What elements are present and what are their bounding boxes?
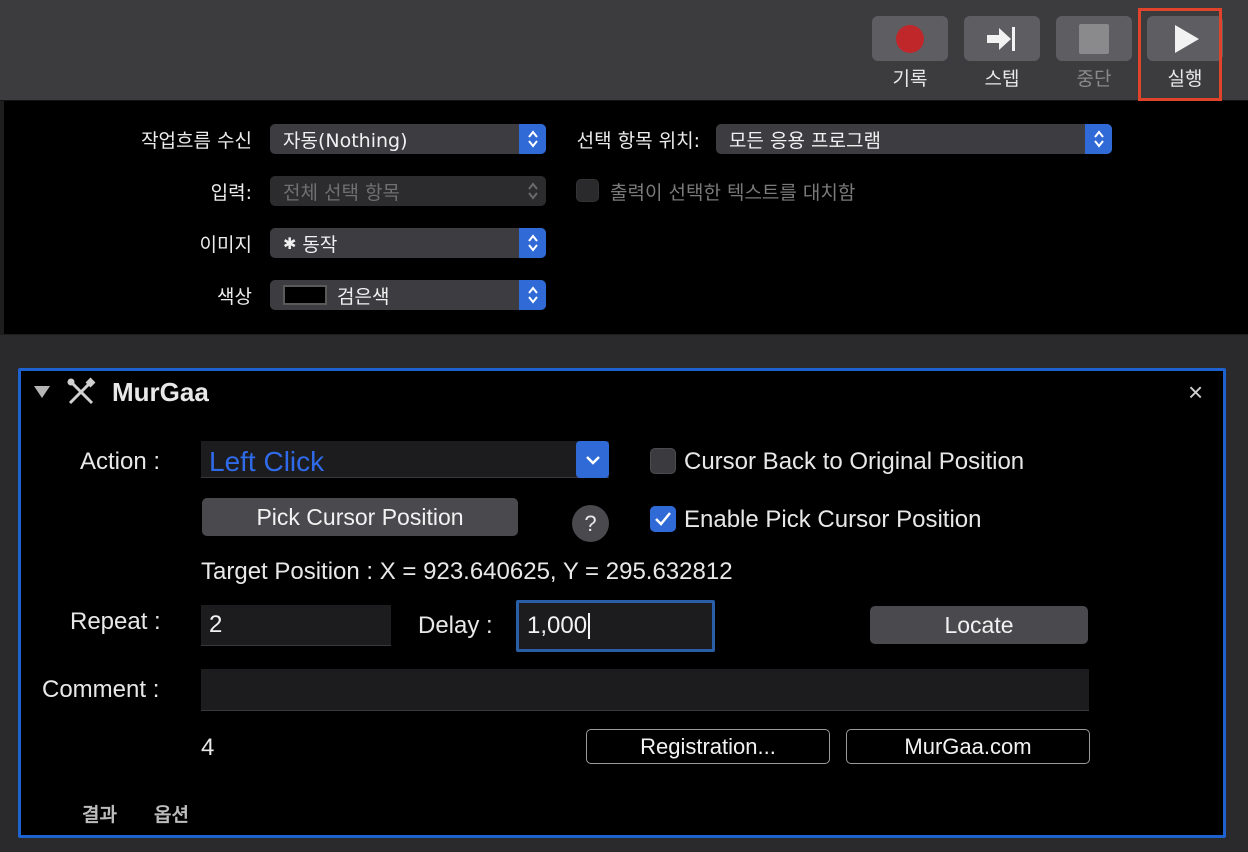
cursor-back-label: Cursor Back to Original Position: [684, 448, 1025, 475]
location-label: 선택 항목 위치:: [576, 130, 700, 152]
repeat-field[interactable]: 2: [201, 605, 391, 646]
repeat-label: Repeat :: [70, 608, 161, 635]
enable-pick-label: Enable Pick Cursor Position: [684, 506, 982, 533]
help-button[interactable]: ?: [572, 505, 609, 542]
enable-pick-checkbox[interactable]: [650, 506, 676, 532]
stop-label: 중단: [1076, 68, 1112, 90]
pick-cursor-button[interactable]: Pick Cursor Position: [202, 498, 518, 536]
step-button[interactable]: [964, 16, 1040, 61]
text-caret: [588, 613, 591, 639]
receives-label: 작업흐름 수신: [141, 130, 252, 152]
color-value: 검은색: [337, 285, 390, 308]
input-popup[interactable]: 전체 선택 항목: [270, 176, 546, 206]
locate-button[interactable]: Locate: [870, 606, 1088, 644]
registration-button[interactable]: Registration...: [586, 729, 830, 764]
color-popup[interactable]: 검은색: [270, 280, 546, 310]
cursor-back-checkbox[interactable]: [650, 448, 676, 474]
chevron-down-icon: [576, 441, 609, 478]
updown-chevron-icon: [519, 228, 546, 258]
delay-value: 1,000: [527, 612, 588, 639]
tab-options[interactable]: 옵션: [154, 800, 189, 827]
toolbar: 기록 스텝 중단 실행: [0, 0, 1248, 101]
receives-popup[interactable]: 자동(Nothing): [270, 124, 546, 154]
record-label: 기록: [892, 68, 928, 90]
receives-value: 자동(Nothing): [283, 129, 408, 152]
run-highlight-box: [1138, 8, 1222, 101]
stop-icon: [1079, 23, 1109, 54]
stop-button[interactable]: [1056, 16, 1132, 61]
updown-chevron-icon: [519, 124, 546, 154]
updown-chevron-icon: [1085, 124, 1112, 154]
action-select[interactable]: Left Click: [201, 441, 609, 478]
delay-field[interactable]: 1,000: [516, 600, 715, 652]
comment-label: Comment :: [42, 676, 160, 703]
count-label: 4: [201, 734, 215, 761]
color-swatch: [283, 285, 327, 305]
location-popup[interactable]: 모든 응용 프로그램: [716, 124, 1112, 154]
website-button[interactable]: MurGaa.com: [846, 729, 1090, 764]
target-position: Target Position : X = 923.640625, Y = 29…: [201, 558, 733, 585]
record-button[interactable]: [872, 16, 948, 61]
delay-label: Delay :: [418, 612, 493, 639]
image-label: 이미지: [199, 234, 252, 256]
close-icon[interactable]: ×: [1188, 377, 1203, 408]
replace-text-checkbox[interactable]: [576, 179, 599, 202]
gear-icon: ✱: [283, 233, 297, 253]
checkmark-icon: [655, 512, 671, 526]
location-value: 모든 응용 프로그램: [729, 129, 881, 152]
action-select-value: Left Click: [209, 446, 325, 477]
tab-results[interactable]: 결과: [82, 800, 117, 827]
image-value: 동작: [302, 233, 338, 256]
tools-icon: [67, 377, 96, 405]
image-popup[interactable]: ✱ 동작: [270, 228, 546, 258]
action-title: MurGaa: [112, 377, 209, 407]
color-label: 색상: [217, 286, 252, 308]
replace-text-label: 출력이 선택한 텍스트를 대치함: [610, 182, 856, 204]
disclosure-triangle-icon[interactable]: [33, 384, 51, 400]
updown-chevron-icon: [519, 280, 546, 310]
repeat-value: 2: [209, 611, 223, 638]
comment-field[interactable]: [201, 669, 1089, 711]
updown-chevron-icon: [519, 176, 546, 206]
record-icon: [896, 24, 924, 53]
input-value: 전체 선택 항목: [283, 181, 400, 204]
step-label: 스텝: [984, 68, 1020, 90]
step-icon: [987, 26, 1015, 51]
input-label: 입력:: [210, 182, 252, 204]
action-label: Action :: [80, 448, 161, 475]
